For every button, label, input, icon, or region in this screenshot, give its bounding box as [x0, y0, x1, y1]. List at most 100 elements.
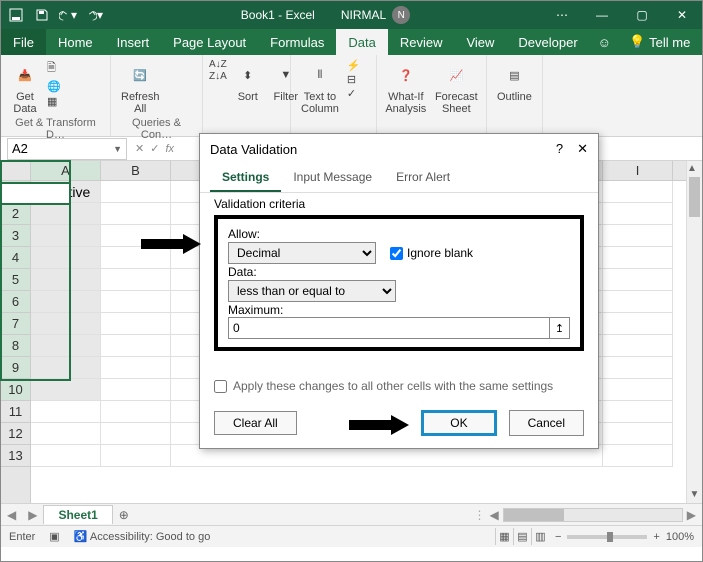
tell-me[interactable]: 💡 Tell me [619, 29, 700, 55]
cell[interactable] [31, 203, 101, 225]
undo-icon[interactable]: ▾ [59, 6, 77, 24]
what-if-button[interactable]: ❓ What-If Analysis [383, 59, 429, 117]
feedback-icon[interactable]: ☺ [590, 29, 619, 55]
cell[interactable] [31, 401, 101, 423]
row-header-10[interactable]: 10 [1, 379, 30, 401]
hscroll-right-icon[interactable]: ▶ [687, 508, 696, 522]
cell[interactable] [603, 423, 673, 445]
row-header-12[interactable]: 12 [1, 423, 30, 445]
flash-fill-icon[interactable]: ⚡ [347, 59, 361, 72]
ribbon-options-icon[interactable]: ⋯ [542, 1, 582, 29]
text-to-columns-button[interactable]: ⫴ Text to Column [297, 59, 343, 117]
cell[interactable] [31, 335, 101, 357]
cell[interactable] [31, 379, 101, 401]
cell[interactable] [603, 203, 673, 225]
sheet-nav-prev-icon[interactable]: ◀ [1, 508, 22, 522]
fx-cancel-icon[interactable]: ✕ [135, 142, 144, 155]
minimize-icon[interactable]: — [582, 1, 622, 29]
name-box-dropdown-icon[interactable]: ▼ [113, 144, 122, 154]
col-header-a[interactable]: A [31, 161, 101, 180]
maximum-input[interactable] [228, 317, 550, 339]
scroll-down-icon[interactable]: ▼ [687, 487, 702, 503]
from-table-icon[interactable]: ▦ [47, 95, 61, 108]
tab-insert[interactable]: Insert [105, 29, 162, 55]
ignore-blank-checkbox-label[interactable]: Ignore blank [390, 246, 473, 260]
outline-button[interactable]: ▤ Outline [493, 59, 536, 105]
cell[interactable] [101, 269, 171, 291]
sheet-tab-sheet1[interactable]: Sheet1 [43, 505, 112, 524]
clear-all-button[interactable]: Clear All [214, 411, 297, 435]
cell[interactable] [31, 423, 101, 445]
dialog-tab-input-message[interactable]: Input Message [281, 164, 384, 192]
cell[interactable] [603, 247, 673, 269]
row-header-6[interactable]: 6 [1, 291, 30, 313]
sheet-nav-next-icon[interactable]: ▶ [22, 508, 43, 522]
sort-button[interactable]: ⬍ Sort [231, 59, 265, 105]
cell[interactable] [603, 225, 673, 247]
maximize-icon[interactable]: ▢ [622, 1, 662, 29]
cell[interactable] [603, 445, 673, 467]
cell-a1[interactable]: Negative [31, 181, 101, 203]
name-box[interactable]: A2 ▼ [7, 138, 127, 160]
view-break-icon[interactable]: ▥ [531, 528, 549, 545]
get-data-button[interactable]: 📥 Get Data [7, 59, 43, 117]
forecast-button[interactable]: 📈 Forecast Sheet [433, 59, 480, 117]
from-web-icon[interactable]: 🌐 [47, 80, 61, 93]
allow-select[interactable]: Decimal [228, 242, 376, 264]
cell[interactable] [603, 291, 673, 313]
accessibility-status[interactable]: ♿ Accessibility: Good to go [74, 530, 211, 543]
col-header-b[interactable]: B [101, 161, 171, 180]
hscroll-thumb[interactable] [504, 509, 564, 521]
cell[interactable] [31, 313, 101, 335]
cell[interactable] [101, 181, 171, 203]
dialog-tab-settings[interactable]: Settings [210, 164, 281, 192]
tab-formulas[interactable]: Formulas [258, 29, 336, 55]
from-text-icon[interactable]: 🗎 [47, 59, 61, 78]
tab-file[interactable]: File [1, 29, 46, 55]
data-validation-icon[interactable]: ✓ [347, 87, 361, 100]
row-header-3[interactable]: 3 [1, 225, 30, 247]
dialog-close-icon[interactable]: ✕ [577, 141, 588, 157]
apply-changes-checkbox[interactable] [214, 380, 227, 393]
tab-review[interactable]: Review [388, 29, 455, 55]
zoom-level[interactable]: 100% [666, 531, 694, 543]
autosave-icon[interactable] [7, 6, 25, 24]
cell[interactable] [603, 313, 673, 335]
zoom-in-icon[interactable]: + [653, 531, 659, 543]
vertical-scrollbar[interactable]: ▲ ▼ [686, 161, 702, 503]
cell[interactable] [101, 423, 171, 445]
add-sheet-icon[interactable]: ⊕ [113, 508, 135, 522]
cell[interactable] [101, 203, 171, 225]
ok-button[interactable]: OK [421, 410, 496, 436]
horizontal-scrollbar[interactable] [503, 508, 683, 522]
zoom-slider[interactable] [567, 535, 647, 539]
tab-home[interactable]: Home [46, 29, 105, 55]
cell[interactable] [101, 445, 171, 467]
data-select[interactable]: less than or equal to [228, 280, 396, 302]
cell[interactable] [31, 357, 101, 379]
select-all-corner[interactable] [1, 161, 31, 180]
tab-page-layout[interactable]: Page Layout [161, 29, 258, 55]
row-header-2[interactable]: 2 [1, 203, 30, 225]
sort-za-icon[interactable]: Z↓A [209, 71, 227, 82]
save-icon[interactable] [33, 6, 51, 24]
cell[interactable] [603, 181, 673, 203]
zoom-out-icon[interactable]: − [555, 531, 561, 543]
row-header-4[interactable]: 4 [1, 247, 30, 269]
cell[interactable] [101, 291, 171, 313]
close-icon[interactable]: ✕ [662, 1, 702, 29]
scroll-up-icon[interactable]: ▲ [687, 161, 697, 177]
cell[interactable] [31, 445, 101, 467]
dialog-tab-error-alert[interactable]: Error Alert [384, 164, 462, 192]
row-header-11[interactable]: 11 [1, 401, 30, 423]
scroll-thumb[interactable] [689, 177, 700, 217]
cell[interactable] [101, 313, 171, 335]
cell[interactable] [31, 291, 101, 313]
row-header-5[interactable]: 5 [1, 269, 30, 291]
fx-enter-icon[interactable]: ✓ [150, 142, 159, 155]
cell[interactable] [31, 225, 101, 247]
cell[interactable] [603, 401, 673, 423]
cell[interactable] [101, 401, 171, 423]
hscroll-left-icon[interactable]: ◀ [490, 508, 499, 522]
cell[interactable] [31, 269, 101, 291]
